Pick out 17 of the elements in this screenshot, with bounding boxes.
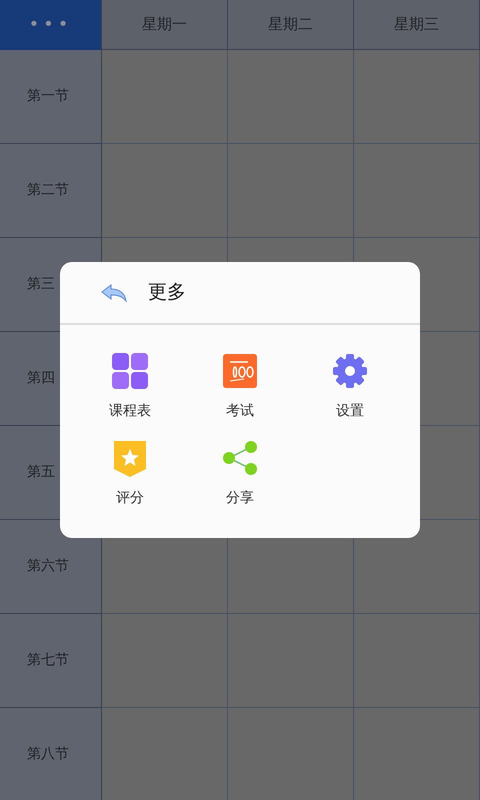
- score-sheet-icon: [220, 351, 260, 391]
- day-header: 星期三: [354, 0, 480, 50]
- day-header: 星期一: [102, 0, 228, 50]
- period-label: 第七节: [0, 614, 102, 708]
- menu-item[interactable]: 设置: [295, 351, 405, 422]
- period-label: 第六节: [0, 520, 102, 614]
- grid-icon: [110, 351, 150, 391]
- dialog-title: 更多: [148, 280, 186, 306]
- back-arrow-icon[interactable]: [100, 282, 128, 302]
- period-label: 第八节: [0, 708, 102, 800]
- day-header: 星期二: [228, 0, 354, 50]
- settings-icon: [330, 351, 370, 391]
- menu-item[interactable]: 考试: [185, 351, 295, 422]
- menu-item[interactable]: 分享: [185, 438, 295, 509]
- period-label: 第一节: [0, 50, 102, 144]
- share-icon: [220, 438, 260, 478]
- period-label: 第二节: [0, 144, 102, 238]
